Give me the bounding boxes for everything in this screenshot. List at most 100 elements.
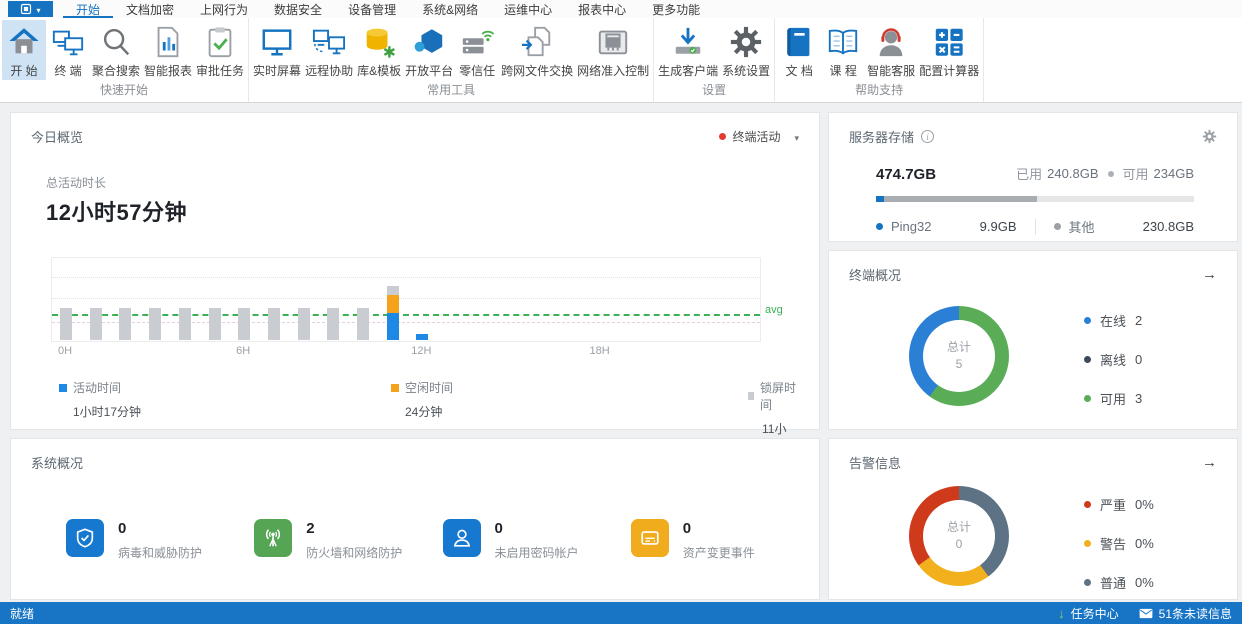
legend-value: 230.8GB xyxy=(1142,219,1194,234)
terminal-activity-filter[interactable]: 终端活动 xyxy=(719,128,799,145)
activity-bar-hour-3 xyxy=(149,307,162,340)
ribbon-button-platform[interactable]: 开放平台 xyxy=(403,20,455,80)
ribbon-button-label: 零信任 xyxy=(459,64,496,78)
donut-center: 总计 5 xyxy=(923,320,995,392)
activity-bar-hour-8 xyxy=(297,307,310,340)
filter-label: 终端活动 xyxy=(732,130,781,144)
storage-bar-segment-Ping32 xyxy=(876,196,885,202)
bar-segment xyxy=(208,307,221,340)
ribbon-button-label: 生成客户端 xyxy=(658,64,719,78)
legend-label: 活动时间 xyxy=(73,381,122,395)
ribbon-button-support[interactable]: 智能客服 xyxy=(865,20,917,80)
zero-trust-icon xyxy=(460,23,495,60)
menu-item-8[interactable]: 更多功能 xyxy=(639,0,713,18)
arrow-right-icon[interactable] xyxy=(1202,455,1217,470)
status-ready: 就绪 xyxy=(10,606,35,621)
menu-item-3[interactable]: 数据安全 xyxy=(261,0,335,18)
card-title: 服务器存储 xyxy=(849,130,915,145)
activity-legend-item: 空闲时间 24分钟 xyxy=(391,379,453,420)
activity-bar-hour-12 xyxy=(416,334,429,340)
storage-used-free: 已用 240.8GB 可用 234GB xyxy=(1016,166,1194,182)
storage-settings-button[interactable] xyxy=(1202,129,1217,144)
legend-label: 在线 xyxy=(1100,314,1127,329)
ribbon-button-approval[interactable]: 审批任务 xyxy=(194,20,246,80)
terminal-donut-chart: 总计 5 xyxy=(909,306,1009,406)
ribbon-group-label: 快速开始 xyxy=(100,83,149,97)
activity-bar-hour-1 xyxy=(89,307,102,340)
bar-segment xyxy=(119,307,132,340)
legend-value: 9.9GB xyxy=(979,219,1017,234)
legend-value: 0% xyxy=(1135,536,1154,551)
gridline xyxy=(52,277,760,278)
ribbon-button-client-gen[interactable]: 生成客户端 xyxy=(656,20,720,80)
menu-item-5[interactable]: 系统&网络 xyxy=(409,0,491,18)
terminal-legend: 在线 2 离线 0 可用 3 xyxy=(1084,311,1142,428)
ribbon-button-library[interactable]: 库&模板 xyxy=(355,20,403,80)
dashboard: 今日概览 终端活动 总活动时长 12小时57分钟 0H6H12H18H avg … xyxy=(0,103,1242,602)
gear-icon xyxy=(1202,129,1217,144)
menu-item-4[interactable]: 设备管理 xyxy=(335,0,409,18)
ribbon-group-0: 开 始 终 端聚合搜索 智能报表 审批任务快速开始 xyxy=(0,18,250,102)
search-icon xyxy=(99,23,133,60)
ribbon-button-report[interactable]: 智能报表 xyxy=(142,20,194,80)
system-stat-label: 病毒和威胁防护 xyxy=(118,546,203,560)
system-stat-1: 2 防火墙和网络防护 xyxy=(254,519,442,561)
ribbon-button-terminals[interactable]: 终 端 xyxy=(46,20,90,80)
ribbon-toolbar: 开 始 终 端聚合搜索 智能报表 审批任务快速开始 实时屏幕 远程协助 库&模板 开放平台 零信… xyxy=(0,18,1242,103)
bar-segment xyxy=(386,285,399,295)
ribbon-button-label: 开放平台 xyxy=(405,64,454,78)
app-logo-button[interactable] xyxy=(8,1,53,17)
ribbon-button-label: 文 档 xyxy=(785,64,813,78)
system-stat-text: 0 资产变更事件 xyxy=(683,519,755,561)
legend-value: 2 xyxy=(1135,313,1143,328)
menu-item-7[interactable]: 报表中心 xyxy=(565,0,639,18)
ribbon-button-zero-trust[interactable]: 零信任 xyxy=(455,20,499,80)
ribbon-button-label: 跨网文件交换 xyxy=(501,64,574,78)
activity-plot-area xyxy=(51,257,761,342)
dot-separator-icon xyxy=(1107,170,1114,177)
asset-device-icon xyxy=(630,519,669,557)
x-axis-ticks: 0H 6H 12H 18H xyxy=(51,345,761,359)
system-stat-label: 防火墙和网络防护 xyxy=(306,546,403,560)
ribbon-button-label: 审批任务 xyxy=(196,64,245,78)
x-tick-label: 18H xyxy=(589,345,610,357)
ribbon-button-search[interactable]: 聚合搜索 xyxy=(90,20,142,80)
storage-legend-item: 其他 230.8GB xyxy=(1053,217,1194,236)
download-arrow-icon xyxy=(1058,606,1065,621)
ribbon-button-label: 库&模板 xyxy=(357,64,402,78)
ribbon-button-file-exchange[interactable]: 跨网文件交换 xyxy=(499,20,575,80)
activity-bar-hour-5 xyxy=(208,307,221,340)
menu-item-0[interactable]: 开始 xyxy=(63,0,113,18)
ribbon-button-label: 开 始 xyxy=(10,64,38,78)
legend-swatch xyxy=(59,383,67,392)
library-icon xyxy=(362,23,396,60)
average-line-label: avg xyxy=(765,304,783,317)
ribbon-button-nac[interactable]: 网络准入控制 xyxy=(575,20,651,80)
storage-bar-segment-其他 xyxy=(884,196,1038,202)
bar-segment xyxy=(60,307,72,340)
menu-item-1[interactable]: 文档加密 xyxy=(113,0,187,18)
ribbon-button-doc-book[interactable]: 文 档 xyxy=(777,20,821,80)
ribbon-button-screen[interactable]: 实时屏幕 xyxy=(251,20,303,80)
ribbon-button-label: 终 端 xyxy=(54,64,82,78)
system-stats: 0 病毒和威胁防护 2 防火墙和网络防护 0 未启用密码帐户 0 资产变更事件 xyxy=(66,519,819,561)
approval-icon xyxy=(203,23,237,60)
legend-swatch xyxy=(391,383,399,392)
info-icon[interactable] xyxy=(921,130,935,143)
ribbon-button-gear[interactable]: 系统设置 xyxy=(720,20,772,80)
storage-progress-bar xyxy=(876,196,1194,202)
legend-label: 可用 xyxy=(1100,392,1127,407)
signal-tower-icon xyxy=(254,519,293,557)
legend-dot xyxy=(876,223,883,230)
ribbon-button-calculator[interactable]: 配置计算器 xyxy=(917,20,981,80)
menu-item-2[interactable]: 上网行为 xyxy=(187,0,261,18)
shield-check-icon xyxy=(66,519,104,557)
system-stat-0: 0 病毒和威胁防护 xyxy=(66,519,254,561)
ribbon-group-2: 生成客户端 系统设置 设置 xyxy=(654,18,776,102)
ribbon-button-home[interactable]: 开 始 xyxy=(2,20,46,80)
menu-item-6[interactable]: 运维中心 xyxy=(491,0,565,18)
ribbon-button-course[interactable]: 课 程 xyxy=(821,20,865,80)
arrow-right-icon[interactable] xyxy=(1202,267,1217,282)
alerts-legend: 严重 0% 警告 0% 普通 0% xyxy=(1084,495,1154,612)
ribbon-button-remote[interactable]: 远程协助 xyxy=(303,20,355,80)
